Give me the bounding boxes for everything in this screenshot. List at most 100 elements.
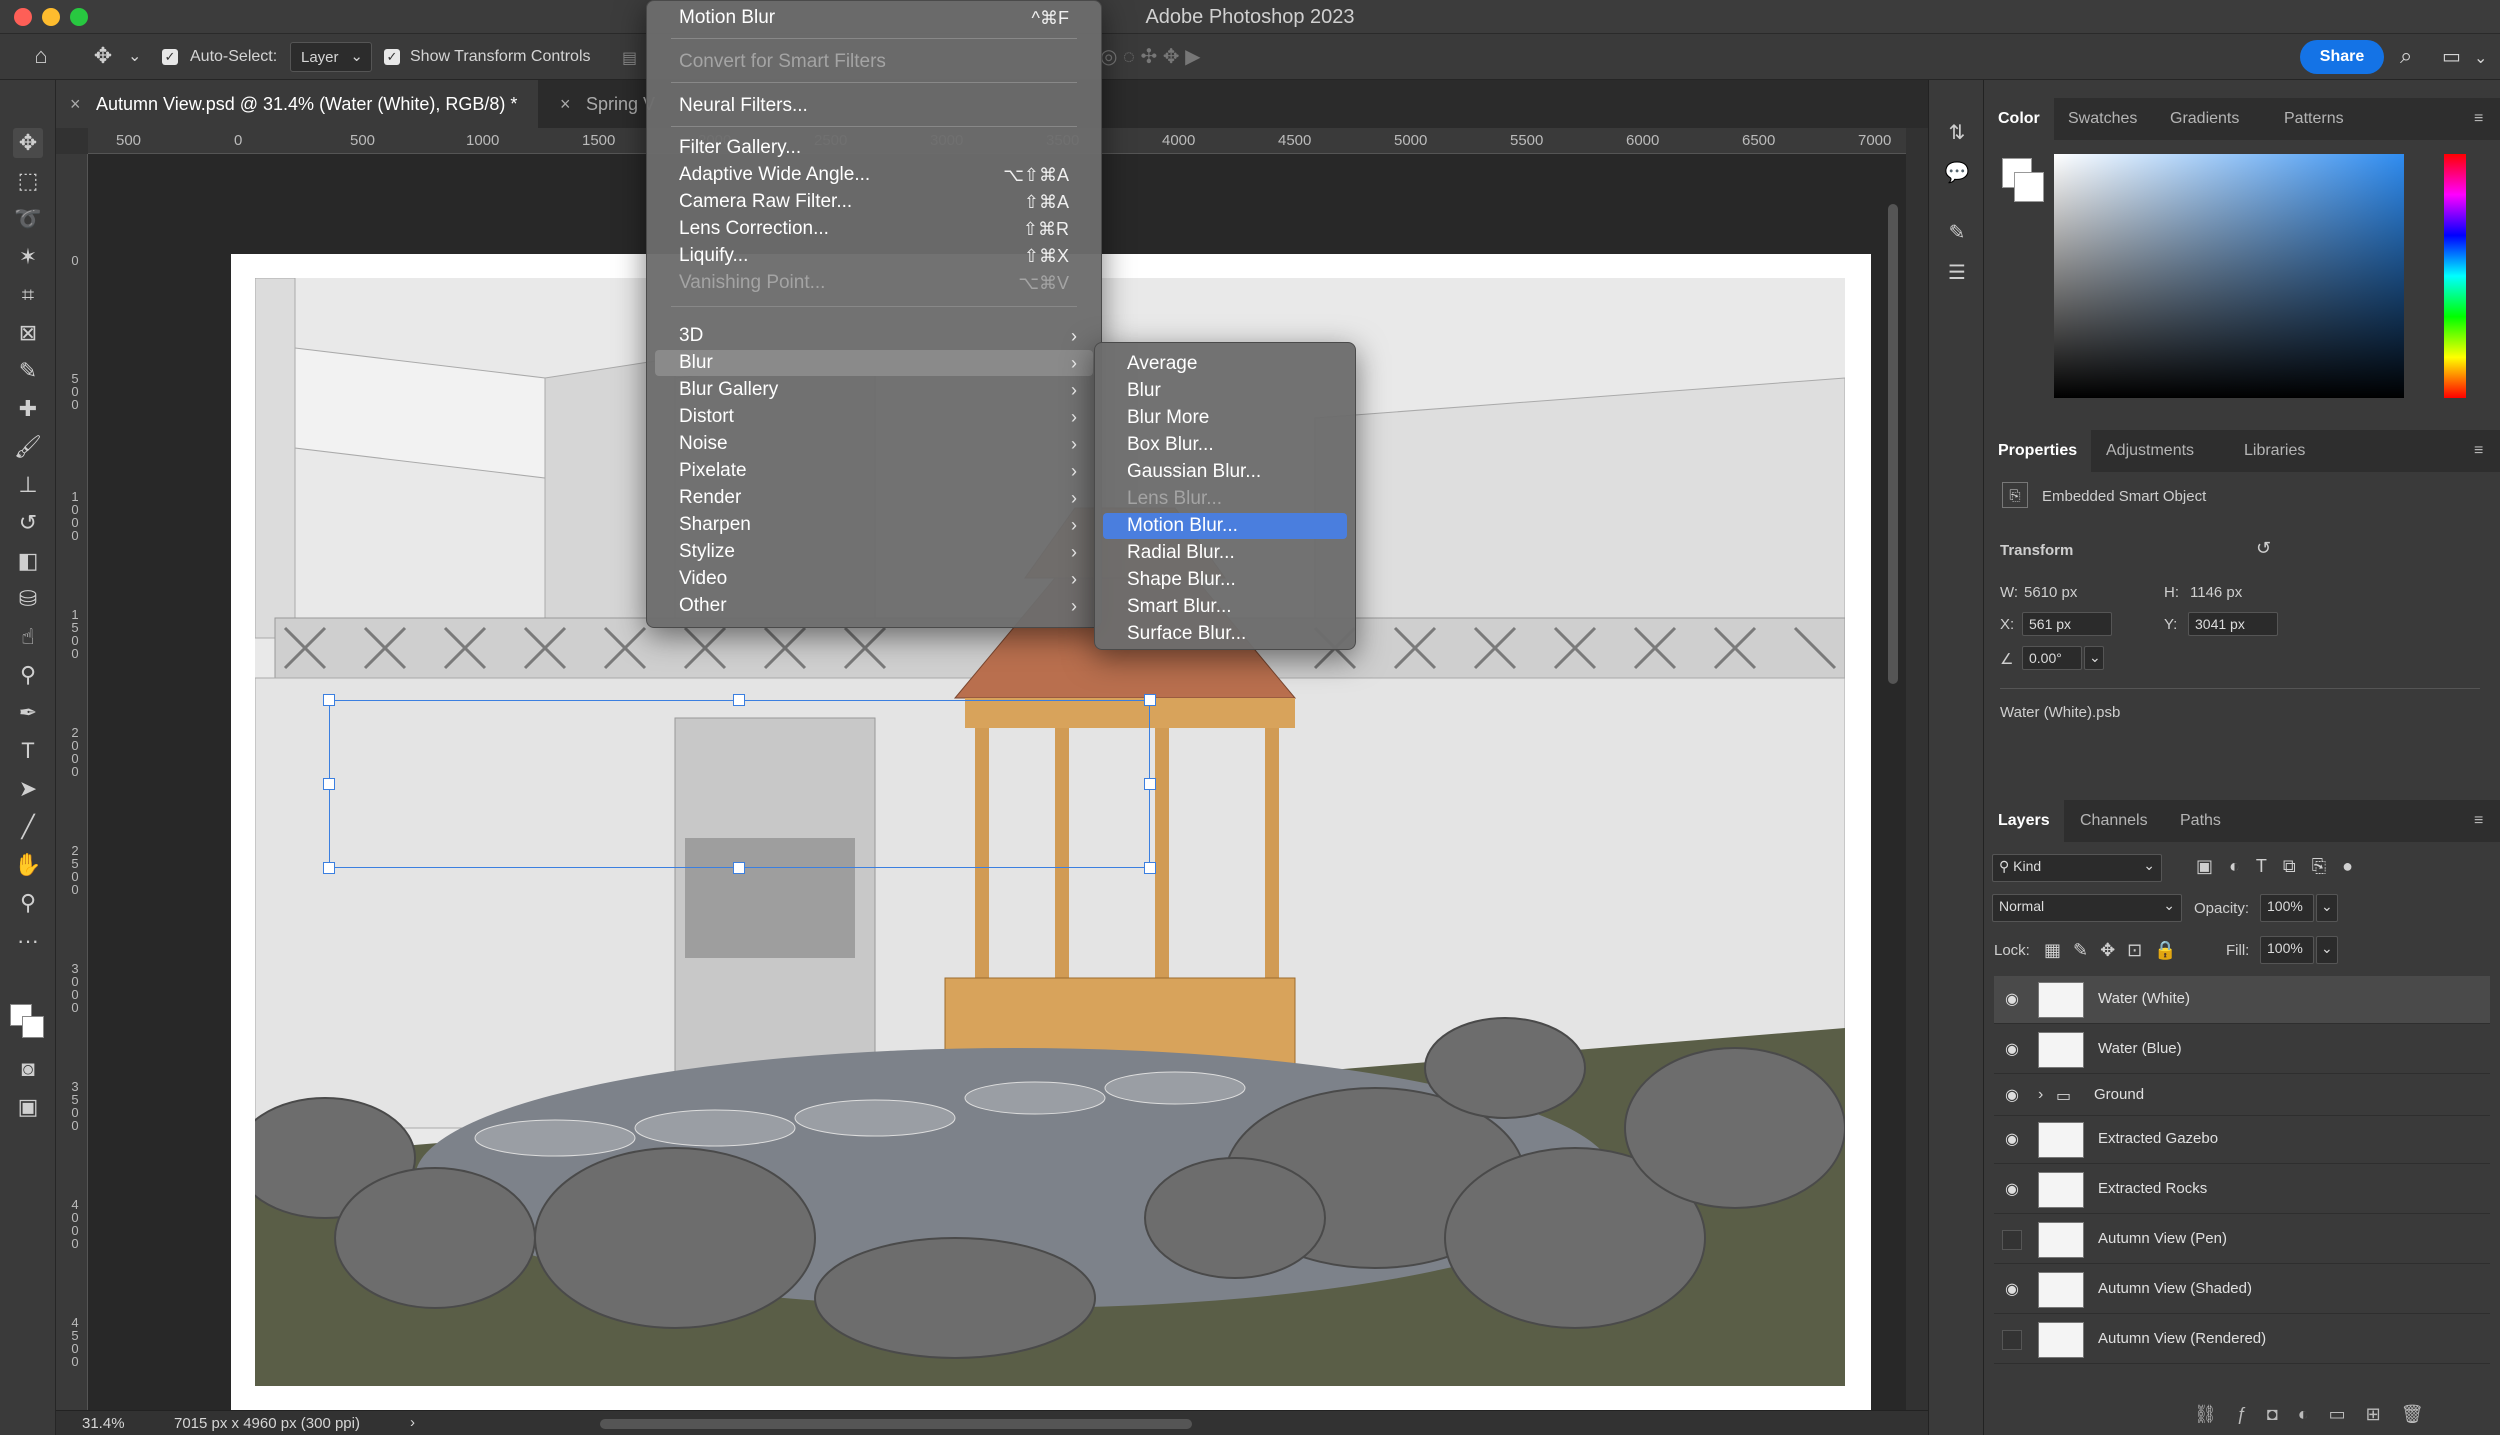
- submenu-item-radial-blur[interactable]: Radial Blur...: [1103, 540, 1347, 566]
- x-position-field[interactable]: 561 px: [2022, 612, 2112, 636]
- chevron-down-icon[interactable]: ⌄: [2084, 646, 2104, 670]
- lock-icons[interactable]: ▦✎✥⊡🔒: [2044, 940, 2189, 961]
- layer-filter-icons[interactable]: ▣◐T⧉⎘●: [2196, 856, 2369, 877]
- transform-handle[interactable]: [1144, 862, 1156, 874]
- fill-field[interactable]: 100%: [2260, 936, 2314, 964]
- layer-row[interactable]: Autumn View (Rendered): [1994, 1316, 2490, 1364]
- submenu-item-blur-more[interactable]: Blur More: [1103, 405, 1347, 431]
- move-tool-icon[interactable]: ✥: [13, 128, 43, 158]
- transform-handle[interactable]: [1144, 694, 1156, 706]
- marquee-tool-icon[interactable]: ⬚: [13, 166, 43, 196]
- frame-tool-icon[interactable]: ⊠: [13, 318, 43, 348]
- layer-row[interactable]: ◉ Extracted Gazebo: [1994, 1116, 2490, 1164]
- menu-item-video[interactable]: Video ›: [655, 566, 1093, 592]
- minimize-window-button[interactable]: [42, 8, 60, 26]
- screen-mode-icon[interactable]: ▣: [13, 1092, 43, 1122]
- menu-item-noise[interactable]: Noise ›: [655, 431, 1093, 457]
- hand-tool-icon[interactable]: ✋: [13, 850, 43, 880]
- brush-settings-icon[interactable]: ✎: [1942, 218, 1972, 248]
- menu-item-lens-correction[interactable]: Lens Correction... ⇧⌘R: [655, 216, 1093, 242]
- chevron-right-icon[interactable]: ›: [2038, 1086, 2043, 1104]
- panel-menu-icon[interactable]: ≡: [2474, 800, 2483, 842]
- 3d-mode-icons[interactable]: ◎ ◌ ✣ ✥ ▶: [1100, 44, 1200, 69]
- visibility-toggle[interactable]: [2002, 1230, 2022, 1250]
- pen-tool-icon[interactable]: ✒: [13, 698, 43, 728]
- menu-item-liquify[interactable]: Liquify... ⇧⌘X: [655, 243, 1093, 269]
- tab-autumn-view[interactable]: × Autumn View.psd @ 31.4% (Water (White)…: [56, 80, 538, 128]
- transform-bounding-box[interactable]: [329, 700, 1150, 868]
- menu-item-pixelate[interactable]: Pixelate ›: [655, 458, 1093, 484]
- eye-icon[interactable]: ◉: [2002, 1280, 2022, 1300]
- show-transform-checkbox[interactable]: ✓: [384, 49, 400, 65]
- eye-icon[interactable]: ◉: [2002, 1180, 2022, 1200]
- submenu-item-box-blur[interactable]: Box Blur...: [1103, 432, 1347, 458]
- angle-field[interactable]: 0.00°: [2022, 646, 2082, 670]
- layer-actions-icons[interactable]: ⛓ƒ◘◐▭⊞🗑: [2194, 1404, 2444, 1425]
- background-color-swatch[interactable]: [2014, 172, 2044, 202]
- chevron-right-icon[interactable]: ›: [410, 1414, 415, 1431]
- layer-filter-kind[interactable]: ⚲ Kind ⌄: [1992, 854, 2162, 882]
- menu-item-other[interactable]: Other ›: [655, 593, 1093, 619]
- menu-item-blur-gallery[interactable]: Blur Gallery ›: [655, 377, 1093, 403]
- tab-channels[interactable]: Channels: [2080, 800, 2148, 842]
- transform-handle[interactable]: [323, 862, 335, 874]
- transform-handle[interactable]: [733, 862, 745, 874]
- layer-row[interactable]: ◉ Autumn View (Shaded): [1994, 1266, 2490, 1314]
- panel-menu-icon[interactable]: ≡: [2474, 430, 2483, 472]
- eye-icon[interactable]: ◉: [2002, 1086, 2022, 1106]
- close-window-button[interactable]: [14, 8, 32, 26]
- search-icon[interactable]: ⌕: [2400, 43, 2412, 69]
- menu-item-motion-blur-last[interactable]: Motion Blur ^⌘F: [655, 5, 1093, 31]
- layer-row[interactable]: Autumn View (Pen): [1994, 1216, 2490, 1264]
- panel-menu-icon[interactable]: ≡: [2474, 98, 2483, 140]
- chevron-down-icon[interactable]: ⌄: [128, 46, 141, 66]
- transform-handle[interactable]: [323, 778, 335, 790]
- paint-bucket-tool-icon[interactable]: ⛁: [13, 584, 43, 614]
- submenu-item-average[interactable]: Average: [1103, 351, 1347, 377]
- hue-slider[interactable]: [2444, 154, 2466, 398]
- background-color-swatch[interactable]: [22, 1016, 44, 1038]
- eye-icon[interactable]: ◉: [2002, 1040, 2022, 1060]
- line-tool-icon[interactable]: ╱: [13, 812, 43, 842]
- smudge-tool-icon[interactable]: ☝: [13, 622, 43, 652]
- brush-tool-icon[interactable]: 🖌: [13, 432, 43, 462]
- tab-adjustments[interactable]: Adjustments: [2106, 430, 2194, 472]
- move-tool-preset-icon[interactable]: ✥: [88, 41, 118, 71]
- menu-item-render[interactable]: Render ›: [655, 485, 1093, 511]
- tab-swatches[interactable]: Swatches: [2068, 98, 2137, 140]
- clone-stamp-tool-icon[interactable]: ⊥: [13, 470, 43, 500]
- transform-handle[interactable]: [733, 694, 745, 706]
- chevron-down-icon[interactable]: ⌄: [2316, 936, 2338, 964]
- lasso-tool-icon[interactable]: ➰: [13, 204, 43, 234]
- opacity-field[interactable]: 100%: [2260, 894, 2314, 922]
- reset-transform-icon[interactable]: ↺: [2256, 538, 2271, 559]
- menu-item-filter-gallery[interactable]: Filter Gallery...: [655, 135, 1093, 161]
- transform-handle[interactable]: [323, 694, 335, 706]
- h-value[interactable]: 1146 px: [2190, 584, 2242, 601]
- zoom-window-button[interactable]: [70, 8, 88, 26]
- layer-row[interactable]: ◉ Water (Blue): [1994, 1026, 2490, 1074]
- transform-handle[interactable]: [1144, 778, 1156, 790]
- menu-item-adaptive-wide-angle[interactable]: Adaptive Wide Angle... ⌥⇧⌘A: [655, 162, 1093, 188]
- eye-icon[interactable]: ◉: [2002, 990, 2022, 1010]
- submenu-item-motion-blur[interactable]: Motion Blur...: [1103, 513, 1347, 539]
- magic-wand-tool-icon[interactable]: ✶: [13, 242, 43, 272]
- auto-select-checkbox[interactable]: ✓: [162, 49, 178, 65]
- chevron-down-icon[interactable]: ⌄: [2316, 894, 2338, 922]
- more-tools-icon[interactable]: ···: [13, 926, 43, 956]
- submenu-item-smart-blur[interactable]: Smart Blur...: [1103, 594, 1347, 620]
- menu-item-distort[interactable]: Distort ›: [655, 404, 1093, 430]
- eye-icon[interactable]: ◉: [2002, 1130, 2022, 1150]
- submenu-item-gaussian-blur[interactable]: Gaussian Blur...: [1103, 459, 1347, 485]
- y-position-field[interactable]: 3041 px: [2188, 612, 2278, 636]
- align-icon[interactable]: ▤: [622, 48, 637, 68]
- vertical-scrollbar[interactable]: [1888, 204, 1898, 684]
- menu-item-3d[interactable]: 3D ›: [655, 323, 1093, 349]
- auto-select-dropdown[interactable]: Layer ⌄: [290, 42, 372, 72]
- close-tab-icon[interactable]: ×: [70, 80, 81, 128]
- submenu-item-shape-blur[interactable]: Shape Blur...: [1103, 567, 1347, 593]
- menu-item-sharpen[interactable]: Sharpen ›: [655, 512, 1093, 538]
- menu-item-neural-filters[interactable]: Neural Filters...: [655, 93, 1093, 119]
- workspace-icon[interactable]: ▭: [2442, 44, 2461, 69]
- submenu-item-blur[interactable]: Blur: [1103, 378, 1347, 404]
